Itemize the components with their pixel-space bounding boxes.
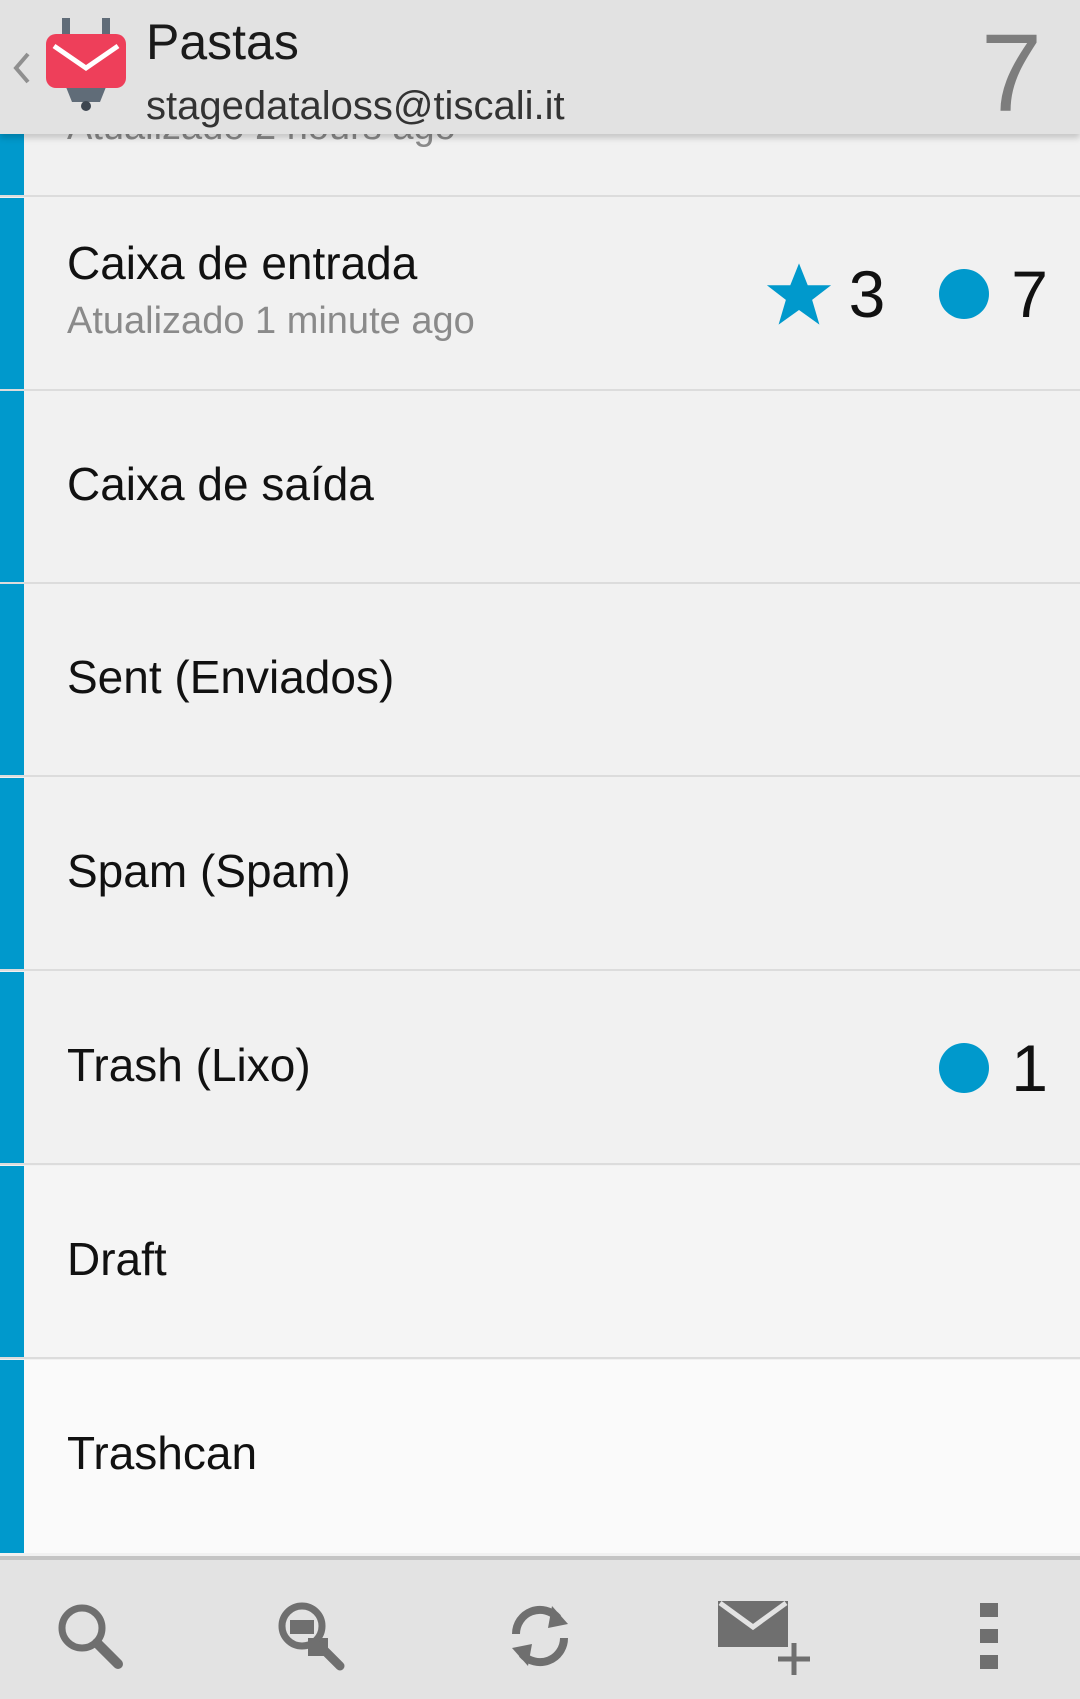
folder-name: Sent (Enviados) <box>67 651 395 703</box>
folder-name: Trash (Lixo) <box>67 1039 311 1091</box>
unread-total-count: 7 <box>980 12 1042 135</box>
search-icon <box>58 1604 123 1669</box>
folder-row-trash[interactable]: Trash (Lixo) 1 <box>0 972 1080 1165</box>
folder-accent-bar <box>0 134 24 195</box>
unread-count[interactable]: 7 <box>1011 254 1048 334</box>
search-button[interactable] <box>42 1588 138 1684</box>
unread-count[interactable]: 1 <box>1011 1028 1048 1108</box>
flagged-count[interactable]: 3 <box>849 254 886 334</box>
bottom-toolbar <box>0 1560 1080 1699</box>
action-bar: Pastas stagedataloss@tiscali.it 7 <box>0 0 1080 134</box>
refresh-button[interactable] <box>492 1588 588 1684</box>
folder-list: Atualizado 2 hours ago Caixa de entrada … <box>0 134 1080 1556</box>
account-email: stagedataloss@tiscali.it <box>146 84 565 128</box>
folder-name: Spam (Spam) <box>67 845 351 897</box>
folder-accent-bar <box>0 198 24 389</box>
unread-dot-icon <box>939 269 990 319</box>
folder-accent-bar <box>0 391 24 582</box>
folder-row-partial[interactable]: Atualizado 2 hours ago <box>0 134 1080 197</box>
refresh-icon <box>511 1605 569 1667</box>
folder-accent-bar <box>0 972 24 1163</box>
search-remote-button[interactable] <box>264 1588 360 1684</box>
page-title: Pastas <box>146 14 299 70</box>
folder-counts: 3 7 <box>763 254 1048 334</box>
overflow-menu-button[interactable] <box>942 1588 1038 1684</box>
star-icon[interactable] <box>763 259 835 329</box>
folder-name: Caixa de saída <box>67 458 374 510</box>
folder-row-sent[interactable]: Sent (Enviados) <box>0 584 1080 777</box>
folder-row-outbox[interactable]: Caixa de saída <box>0 391 1080 584</box>
folder-accent-bar <box>0 1166 24 1357</box>
folder-row-inbox[interactable]: Caixa de entrada Atualizado 1 minute ago… <box>0 198 1080 391</box>
folder-status: Atualizado 1 minute ago <box>67 300 475 342</box>
compose-icon <box>718 1600 810 1675</box>
overflow-menu-icon <box>980 1603 998 1669</box>
folder-counts: 1 <box>939 1028 1048 1108</box>
folder-name: Trashcan <box>67 1427 258 1479</box>
folder-accent-bar <box>0 584 24 775</box>
folder-row-spam[interactable]: Spam (Spam) <box>0 778 1080 971</box>
folder-name: Caixa de entrada <box>67 237 418 289</box>
chevron-left-icon[interactable] <box>10 46 34 90</box>
unread-dot-icon <box>939 1043 990 1093</box>
app-logo-icon[interactable] <box>44 16 128 112</box>
folder-accent-bar <box>0 1360 24 1553</box>
folder-row-trashcan[interactable]: Trashcan <box>0 1360 1080 1553</box>
folder-row-draft[interactable]: Draft <box>0 1166 1080 1359</box>
folder-accent-bar <box>0 778 24 969</box>
folder-name: Draft <box>67 1233 167 1285</box>
compose-button[interactable] <box>714 1588 810 1684</box>
search-remote-icon <box>278 1602 345 1671</box>
folder-status: Atualizado 2 hours ago <box>67 134 456 149</box>
